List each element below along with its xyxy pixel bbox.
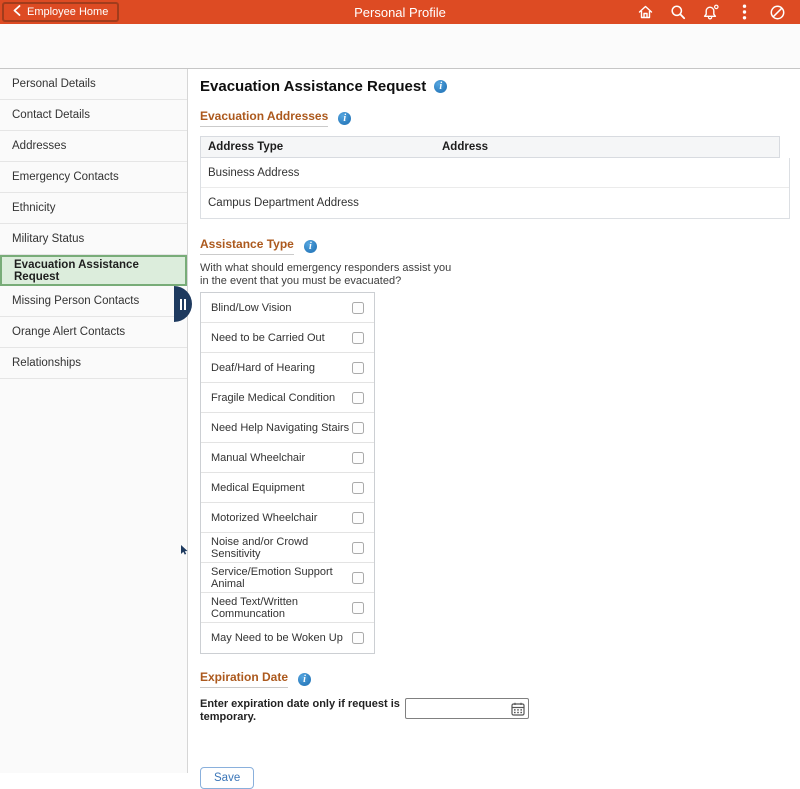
blind-low-vision-checkbox[interactable] xyxy=(352,302,364,314)
back-employee-home-button[interactable]: Employee Home xyxy=(2,2,119,22)
sidebar-item-emergency-contacts[interactable]: Emergency Contacts xyxy=(0,162,187,193)
sidebar-item-label: Evacuation Assistance Request xyxy=(14,259,185,283)
assistance-type-info-icon[interactable]: i xyxy=(304,240,317,253)
service-emotion-support-animal-checkbox[interactable] xyxy=(352,572,364,584)
option-row: Medical Equipment xyxy=(201,473,374,503)
sign-out-icon[interactable] xyxy=(768,3,786,21)
option-label: Service/Emotion Support Animal xyxy=(211,566,352,590)
page-body: Personal Details Contact Details Address… xyxy=(0,69,800,773)
profile-sidebar: Personal Details Contact Details Address… xyxy=(0,69,188,773)
need-to-be-carried-out-checkbox[interactable] xyxy=(352,332,364,344)
need-text-written-communication-checkbox[interactable] xyxy=(352,602,364,614)
sidebar-item-personal-details[interactable]: Personal Details xyxy=(0,69,187,100)
sidebar-item-addresses[interactable]: Addresses xyxy=(0,131,187,162)
sidebar-item-label: Military Status xyxy=(12,233,84,245)
sidebar-item-evacuation-assistance-request[interactable]: Evacuation Assistance Request xyxy=(0,255,187,286)
expiration-date-field-wrap xyxy=(405,698,529,719)
column-header-address: Address xyxy=(442,141,779,153)
noise-crowd-sensitivity-checkbox[interactable] xyxy=(352,542,364,554)
medical-equipment-checkbox[interactable] xyxy=(352,482,364,494)
need-help-navigating-stairs-checkbox[interactable] xyxy=(352,422,364,434)
option-row: May Need to be Woken Up xyxy=(201,623,374,653)
calendar-icon[interactable] xyxy=(510,701,525,716)
evacuation-addresses-info-icon[interactable]: i xyxy=(338,112,351,125)
save-button[interactable]: Save xyxy=(200,767,254,789)
option-row: Noise and/or Crowd Sensitivity xyxy=(201,533,374,563)
sidebar-item-relationships[interactable]: Relationships xyxy=(0,348,187,379)
sidebar-item-label: Ethnicity xyxy=(12,202,55,214)
page-header-title: Personal Profile xyxy=(354,5,446,20)
option-row: Need Help Navigating Stairs xyxy=(201,413,374,443)
home-icon[interactable] xyxy=(636,3,654,21)
assistance-type-section: Assistance Type i With what should emerg… xyxy=(200,237,790,654)
actions-kebab-icon[interactable] xyxy=(735,3,753,21)
option-label: Manual Wheelchair xyxy=(211,452,305,464)
option-label: Medical Equipment xyxy=(211,482,305,494)
expiration-date-heading: Expiration Date xyxy=(200,670,288,688)
chevron-left-icon xyxy=(13,5,21,19)
fragile-medical-condition-checkbox[interactable] xyxy=(352,392,364,404)
sub-header-band xyxy=(0,24,800,69)
option-row: Service/Emotion Support Animal xyxy=(201,563,374,593)
option-label: Blind/Low Vision xyxy=(211,302,292,314)
sidebar-item-ethnicity[interactable]: Ethnicity xyxy=(0,193,187,224)
sidebar-item-label: Personal Details xyxy=(12,78,96,90)
sidebar-item-label: Relationships xyxy=(12,357,81,369)
option-label: Motorized Wheelchair xyxy=(211,512,317,524)
option-label: Need Help Navigating Stairs xyxy=(211,422,349,434)
back-button-label: Employee Home xyxy=(27,6,108,18)
address-type-cell: Campus Department Address xyxy=(201,197,442,209)
evacuation-addresses-table: Address Type Address Business Address Ca… xyxy=(200,136,790,219)
column-header-address-type: Address Type xyxy=(201,141,442,153)
search-icon[interactable] xyxy=(669,3,687,21)
option-label: May Need to be Woken Up xyxy=(211,632,343,644)
option-row: Motorized Wheelchair xyxy=(201,503,374,533)
assistance-question-text: With what should emergency responders as… xyxy=(200,262,454,287)
assistance-type-heading: Assistance Type xyxy=(200,237,294,255)
page-info-icon[interactable]: i xyxy=(434,80,447,93)
option-label: Need Text/Written Communcation xyxy=(211,596,352,620)
motorized-wheelchair-checkbox[interactable] xyxy=(352,512,364,524)
option-row: Manual Wheelchair xyxy=(201,443,374,473)
sidebar-item-military-status[interactable]: Military Status xyxy=(0,224,187,255)
expiration-date-label: Enter expiration date only if request is… xyxy=(200,698,405,724)
top-bar-actions xyxy=(636,3,786,21)
main-content: Evacuation Assistance Request i Evacuati… xyxy=(188,69,800,773)
table-row: Business Address xyxy=(201,158,789,188)
personal-profile-window: Employee Home Personal Profile Pers xyxy=(0,0,800,774)
sidebar-item-label: Missing Person Contacts xyxy=(12,295,139,307)
sidebar-item-label: Addresses xyxy=(12,140,66,152)
option-label: Fragile Medical Condition xyxy=(211,392,335,404)
sidebar-item-missing-person-contacts[interactable]: Missing Person Contacts xyxy=(0,286,187,317)
option-row: Blind/Low Vision xyxy=(201,293,374,323)
option-row: Deaf/Hard of Hearing xyxy=(201,353,374,383)
table-row: Campus Department Address xyxy=(201,188,789,218)
notifications-bell-icon[interactable] xyxy=(702,3,720,21)
sidebar-item-label: Emergency Contacts xyxy=(12,171,119,183)
option-row: Fragile Medical Condition xyxy=(201,383,374,413)
sidebar-item-label: Contact Details xyxy=(12,109,90,121)
evacuation-addresses-section: Evacuation Addresses i Address Type Addr… xyxy=(200,109,790,219)
table-header-row: Address Type Address xyxy=(200,136,780,158)
option-label: Need to be Carried Out xyxy=(211,332,325,344)
sidebar-item-orange-alert-contacts[interactable]: Orange Alert Contacts xyxy=(0,317,187,348)
expiration-date-info-icon[interactable]: i xyxy=(298,673,311,686)
top-bar: Employee Home Personal Profile xyxy=(0,0,800,24)
page-title: Evacuation Assistance Request xyxy=(200,78,426,95)
assistance-options-list: Blind/Low Vision Need to be Carried Out … xyxy=(200,292,375,654)
may-need-to-be-woken-up-checkbox[interactable] xyxy=(352,632,364,644)
manual-wheelchair-checkbox[interactable] xyxy=(352,452,364,464)
option-label: Noise and/or Crowd Sensitivity xyxy=(211,536,352,560)
evacuation-addresses-heading: Evacuation Addresses xyxy=(200,109,328,127)
sidebar-item-contact-details[interactable]: Contact Details xyxy=(0,100,187,131)
deaf-hard-of-hearing-checkbox[interactable] xyxy=(352,362,364,374)
option-label: Deaf/Hard of Hearing xyxy=(211,362,315,374)
option-row: Need Text/Written Communcation xyxy=(201,593,374,623)
option-row: Need to be Carried Out xyxy=(201,323,374,353)
address-type-cell: Business Address xyxy=(201,167,442,179)
sidebar-item-label: Orange Alert Contacts xyxy=(12,326,125,338)
expiration-date-section: Expiration Date i Enter expiration date … xyxy=(200,670,790,724)
